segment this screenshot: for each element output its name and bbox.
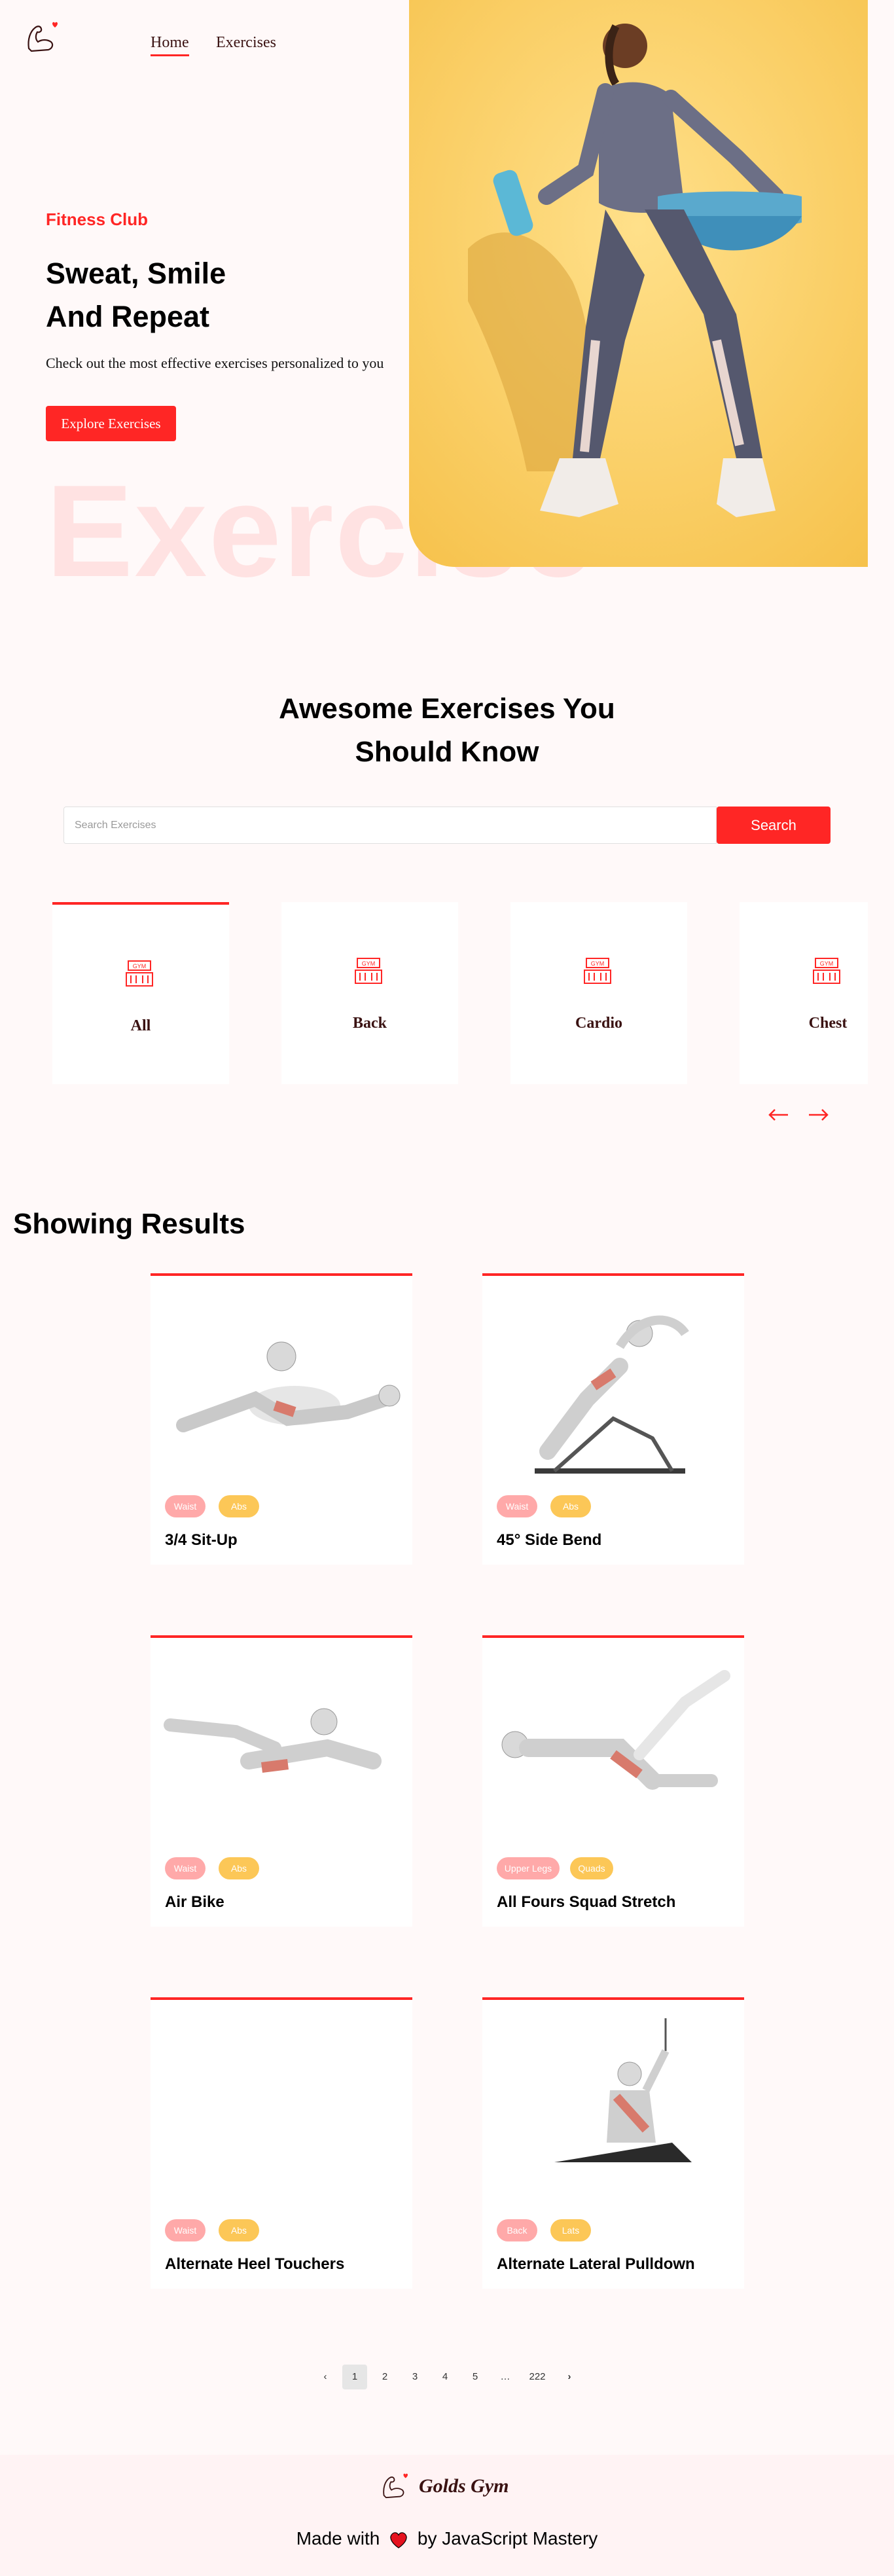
exercise-name: All Fours Squad Stretch (497, 1893, 676, 1911)
footer-by: by JavaScript Mastery (417, 2528, 598, 2549)
exercise-name: Alternate Heel Touchers (165, 2255, 345, 2273)
pagination-prev[interactable]: ‹ (313, 2365, 338, 2389)
body-part-pill[interactable]: Upper Legs (497, 1857, 560, 1879)
hero-banner-image (409, 0, 868, 567)
gym-icon: GYM (355, 958, 382, 984)
hero-subtitle: Check out the most effective exercises p… (46, 355, 384, 371)
exercise-sit-up-illustration (176, 1341, 401, 1432)
page-4-button[interactable]: 4 (433, 2365, 457, 2389)
body-part-pill[interactable]: Waist (165, 1495, 206, 1517)
exercise-name: 45° Side Bend (497, 1531, 602, 1549)
category-label: All (130, 1017, 151, 1034)
arrow-left-icon[interactable] (767, 1103, 791, 1127)
hero-title-line-2: And Repeat (46, 300, 210, 333)
footer-credit: Made with by JavaScript Mastery (0, 2528, 894, 2549)
exercise-card[interactable]: Waist Abs 45° Side Bend (482, 1273, 744, 1565)
exercise-name: Alternate Lateral Pulldown (497, 2255, 695, 2273)
search-button[interactable]: Search (717, 807, 831, 844)
category-card-all[interactable]: GYM All (52, 902, 229, 1084)
search-title-line-2: Should Know (355, 736, 539, 768)
exercise-card[interactable]: Upper Legs Quads All Fours Squad Stretch (482, 1635, 744, 1927)
search-input[interactable] (63, 807, 717, 844)
category-label: Back (352, 1015, 387, 1032)
category-card-chest[interactable]: GYM Chest (740, 902, 868, 1084)
arrow-right-icon[interactable] (806, 1103, 830, 1127)
exercise-card[interactable]: Back Lats Alternate Lateral Pulldown (482, 1997, 744, 2289)
hero-kicker: Fitness Club (46, 209, 149, 229)
exercise-lateral-pulldown-illustration (554, 2018, 692, 2162)
target-pill[interactable]: Quads (570, 1857, 613, 1879)
gym-icon: GYM (584, 958, 611, 984)
gym-icon: GYM (813, 958, 840, 984)
body-part-pill[interactable]: Waist (497, 1495, 537, 1517)
target-pill[interactable]: Abs (550, 1495, 591, 1517)
target-pill[interactable]: Abs (219, 1857, 259, 1879)
search-title-line-1: Awesome Exercises You (279, 693, 615, 725)
footer-brand: Golds Gym (419, 2475, 509, 2497)
nav-exercises-link[interactable]: Exercises (216, 34, 276, 52)
hero-title-line-1: Sweat, Smile (46, 257, 226, 290)
category-carousel-overflow: GYM Chest (740, 902, 868, 1084)
page-3-button[interactable]: 3 (402, 2365, 427, 2389)
exercise-squad-stretch-illustration (501, 1670, 730, 1790)
nav-home-link[interactable]: Home (151, 34, 189, 56)
pagination-ellipsis: … (500, 2371, 510, 2382)
page-5-button[interactable]: 5 (463, 2365, 488, 2389)
category-label: Cardio (575, 1015, 622, 1032)
target-pill[interactable]: Lats (550, 2219, 591, 2241)
svg-text:GYM: GYM (362, 960, 376, 967)
gym-icon: GYM (126, 960, 153, 987)
body-part-pill[interactable]: Back (497, 2219, 537, 2241)
flexing-arm-icon[interactable] (24, 20, 62, 54)
exercise-name: Air Bike (165, 1893, 224, 1911)
exercise-name: 3/4 Sit-Up (165, 1531, 238, 1549)
pagination-next[interactable]: › (557, 2365, 582, 2389)
page-last-button[interactable]: 222 (523, 2365, 552, 2389)
exercise-side-bend-illustration (535, 1315, 689, 1474)
target-pill[interactable]: Abs (219, 1495, 259, 1517)
category-label: Chest (808, 1015, 848, 1032)
heart-icon (390, 2531, 407, 2549)
hero-title: Sweat, Smile And Repeat (46, 252, 226, 338)
body-part-pill[interactable]: Waist (165, 2219, 206, 2241)
svg-text:GYM: GYM (591, 960, 605, 967)
footer-made-with: Made with (296, 2528, 380, 2549)
page-2-button[interactable]: 2 (372, 2365, 397, 2389)
body-part-pill[interactable]: Waist (165, 1857, 206, 1879)
category-card-cardio[interactable]: GYM Cardio (510, 902, 687, 1084)
target-pill[interactable]: Abs (219, 2219, 259, 2241)
search-section-title: Awesome Exercises You Should Know (0, 687, 894, 774)
category-card-back[interactable]: GYM Back (281, 902, 458, 1084)
results-title: Showing Results (13, 1208, 245, 1240)
exercise-card[interactable]: Waist Abs 3/4 Sit-Up (151, 1273, 412, 1565)
svg-text:GYM: GYM (133, 963, 147, 970)
svg-text:GYM: GYM (820, 960, 834, 967)
flexing-arm-icon (383, 2473, 408, 2499)
exercise-card[interactable]: Waist Abs Alternate Heel Touchers (151, 1997, 412, 2289)
footer (0, 2455, 894, 2576)
exercise-card[interactable]: Waist Abs Air Bike (151, 1635, 412, 1927)
explore-exercises-button[interactable]: Explore Exercises (46, 406, 176, 441)
exercise-air-bike-illustration (164, 1708, 382, 1773)
page-1-button[interactable]: 1 (342, 2365, 367, 2389)
